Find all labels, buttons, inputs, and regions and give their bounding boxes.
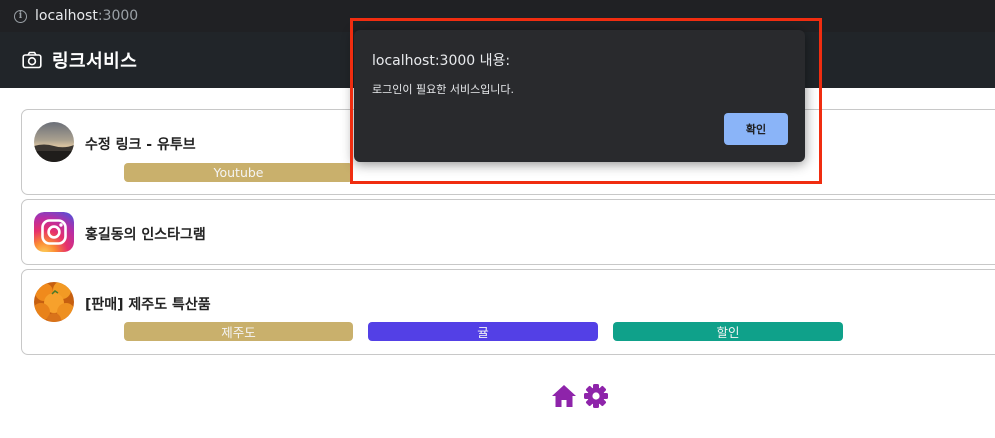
link-card[interactable]: 홍길동의 인스타그램 (21, 199, 995, 265)
gear-icon[interactable] (583, 383, 609, 409)
home-icon[interactable] (551, 383, 577, 409)
highlight-box (350, 18, 822, 184)
url-port: :3000 (97, 8, 139, 24)
brand-title[interactable]: 링크서비스 (52, 47, 137, 73)
bottom-nav (551, 383, 609, 409)
tag-badge[interactable]: Youtube (124, 163, 353, 182)
link-title[interactable]: 수정 링크 - 유투브 (85, 134, 196, 154)
tag-badge[interactable]: 귤 (368, 322, 598, 341)
url-host: localhost (35, 8, 98, 24)
link-card[interactable]: [판매] 제주도 특산품 제주도 귤 할인 (21, 269, 995, 355)
avatar (34, 282, 74, 322)
instagram-icon (34, 212, 74, 252)
link-title[interactable]: 홍길동의 인스타그램 (85, 224, 206, 244)
link-title[interactable]: [판매] 제주도 특산품 (85, 294, 211, 314)
tag-badge[interactable]: 할인 (613, 322, 843, 341)
tag-badge[interactable]: 제주도 (124, 322, 353, 341)
info-icon[interactable]: i (14, 9, 27, 23)
avatar (34, 122, 74, 162)
camera-icon (22, 51, 42, 69)
